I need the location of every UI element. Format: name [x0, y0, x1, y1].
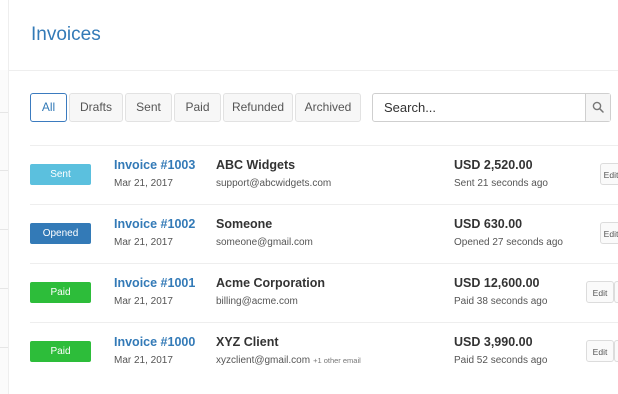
- edit-button[interactable]: Edit: [586, 340, 614, 362]
- search-box: [372, 93, 611, 122]
- invoice-status-text: Sent 21 seconds ago: [454, 178, 548, 189]
- invoice-amount: USD 2,520.00: [454, 158, 533, 172]
- client-email: xyzclient@gmail.com +1 other email: [216, 355, 361, 366]
- invoice-number-link[interactable]: Invoice #1001: [114, 276, 195, 290]
- client-email-text: billing@acme.com: [216, 296, 298, 307]
- client-name: XYZ Client: [216, 335, 279, 349]
- client-email-text: xyzclient@gmail.com: [216, 355, 311, 366]
- filter-tab-drafts[interactable]: Drafts: [69, 93, 123, 122]
- invoice-number-link[interactable]: Invoice #1003: [114, 158, 195, 172]
- client-name: ABC Widgets: [216, 158, 296, 172]
- edit-button[interactable]: Edit: [586, 281, 614, 303]
- invoice-amount: USD 630.00: [454, 217, 523, 231]
- invoice-status-text: Paid 52 seconds ago: [454, 355, 548, 366]
- invoice-row[interactable]: Paid Invoice #1000 Mar 21, 2017 XYZ Clie…: [0, 323, 618, 381]
- client-email-text: support@abcwidgets.com: [216, 178, 332, 189]
- client-name: Acme Corporation: [216, 276, 326, 290]
- page-header: Invoices: [8, 0, 618, 71]
- filter-tab-refunded[interactable]: Refunded: [223, 93, 293, 122]
- invoice-date: Mar 21, 2017: [114, 355, 173, 366]
- client-email-text: someone@gmail.com: [216, 237, 313, 248]
- filter-tab-sent[interactable]: Sent: [125, 93, 172, 122]
- client-email: billing@acme.com: [216, 296, 298, 307]
- invoice-row[interactable]: Sent Invoice #1003 Mar 21, 2017 ABC Widg…: [0, 146, 618, 204]
- more-actions-button[interactable]: [614, 340, 618, 362]
- search-input[interactable]: [373, 94, 573, 121]
- page-title: Invoices: [31, 24, 101, 45]
- status-badge: Paid: [30, 341, 91, 362]
- client-name: Someone: [216, 217, 273, 231]
- invoice-status-text: Paid 38 seconds ago: [454, 296, 548, 307]
- edit-button[interactable]: Edit: [600, 222, 618, 244]
- invoice-date: Mar 21, 2017: [114, 178, 173, 189]
- search-button[interactable]: [585, 94, 610, 121]
- invoice-amount: USD 3,990.00: [454, 335, 533, 349]
- invoice-status-text: Opened 27 seconds ago: [454, 237, 563, 248]
- invoice-amount: USD 12,600.00: [454, 276, 540, 290]
- status-badge: Sent: [30, 164, 91, 185]
- client-email: support@abcwidgets.com: [216, 178, 331, 189]
- status-badge: Paid: [30, 282, 91, 303]
- filter-tab-all[interactable]: All: [30, 93, 67, 122]
- filter-tab-archived[interactable]: Archived: [295, 93, 361, 122]
- edit-button[interactable]: Edit: [600, 163, 618, 185]
- invoice-number-link[interactable]: Invoice #1000: [114, 335, 195, 349]
- extra-email-note: +1 other email: [313, 356, 361, 365]
- invoice-date: Mar 21, 2017: [114, 237, 173, 248]
- more-actions-button[interactable]: [614, 281, 618, 303]
- invoice-number-link[interactable]: Invoice #1002: [114, 217, 195, 231]
- client-email: someone@gmail.com: [216, 237, 313, 248]
- invoice-row[interactable]: Opened Invoice #1002 Mar 21, 2017 Someon…: [0, 205, 618, 263]
- filter-tab-paid[interactable]: Paid: [174, 93, 221, 122]
- invoice-date: Mar 21, 2017: [114, 296, 173, 307]
- status-badge: Opened: [30, 223, 91, 244]
- search-icon: [592, 101, 604, 113]
- invoice-row[interactable]: Paid Invoice #1001 Mar 21, 2017 Acme Cor…: [0, 264, 618, 322]
